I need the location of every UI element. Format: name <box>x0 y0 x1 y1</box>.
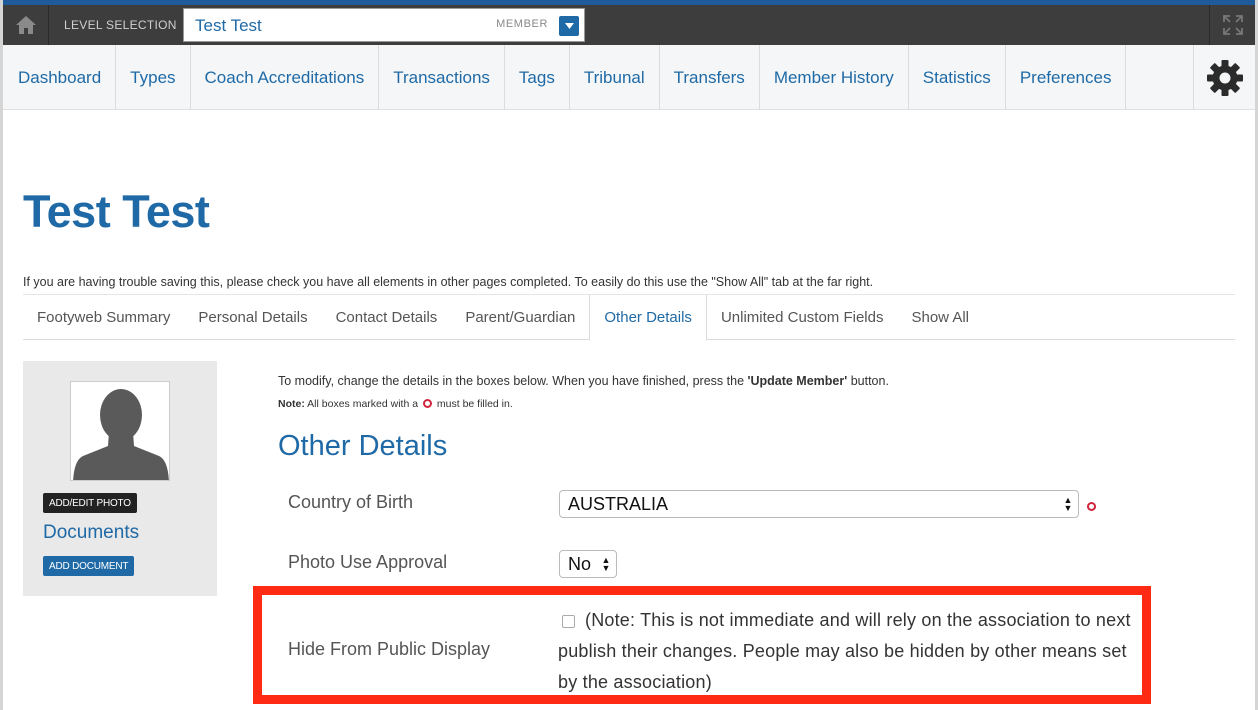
nav-item-types[interactable]: Types <box>116 45 191 110</box>
tab-contact-details[interactable]: Contact Details <box>322 295 452 340</box>
tab-footyweb-summary[interactable]: Footyweb Summary <box>23 295 184 340</box>
trouble-note: If you are having trouble saving this, p… <box>23 275 874 289</box>
level-name: Test Test <box>195 16 262 35</box>
instructions-text-end: button. <box>847 374 889 388</box>
tab-show-all[interactable]: Show All <box>897 295 983 340</box>
select-arrows-icon: ▲ ▼ <box>601 555 611 573</box>
caret-down-icon <box>564 23 574 29</box>
country-of-birth-label: Country of Birth <box>288 492 414 512</box>
nav-item-preferences[interactable]: Preferences <box>1006 45 1127 110</box>
required-icon <box>422 399 432 408</box>
country-of-birth-value: AUSTRALIA <box>568 493 669 514</box>
documents-link[interactable]: Documents <box>43 522 139 544</box>
instructions-button-name: 'Update Member' <box>747 374 848 388</box>
expand-icon <box>1222 15 1243 35</box>
hide-from-public-display-note: (Note: This is not immediate and will re… <box>558 610 1131 692</box>
country-of-birth-select[interactable]: AUSTRALIA ▲ ▼ <box>559 490 1079 518</box>
nav-item-member-history[interactable]: Member History <box>760 45 909 110</box>
settings-button[interactable] <box>1193 45 1255 110</box>
add-document-button[interactable]: ADD DOCUMENT <box>43 556 135 576</box>
level-type: MEMBER <box>496 18 548 30</box>
member-tabs: Footyweb Summary Personal Details Contac… <box>23 294 1235 341</box>
top-bar: LEVEL SELECTION Test Test MEMBER <box>3 0 1255 45</box>
select-arrows-icon: ▲ ▼ <box>1063 495 1073 513</box>
level-selector[interactable]: Test Test MEMBER <box>183 8 585 42</box>
section-title: Other Details <box>278 430 448 462</box>
add-edit-photo-button[interactable]: ADD/EDIT PHOTO <box>43 493 137 513</box>
note-label: Note: <box>278 398 305 410</box>
nav-item-transfers[interactable]: Transfers <box>660 45 760 110</box>
form-instructions: To modify, change the details in the box… <box>278 374 889 388</box>
nav-item-dashboard[interactable]: Dashboard <box>3 45 117 110</box>
expand-button[interactable] <box>1209 5 1255 45</box>
avatar-placeholder-icon <box>73 389 169 480</box>
home-icon <box>15 16 36 34</box>
member-photo <box>70 381 170 481</box>
nav-item-statistics[interactable]: Statistics <box>909 45 1006 110</box>
tab-parent-guardian[interactable]: Parent/Guardian <box>451 295 589 340</box>
tab-other-details[interactable]: Other Details <box>589 295 707 341</box>
hide-from-public-display-label: Hide From Public Display <box>288 639 491 659</box>
page-title: Test Test <box>23 186 210 237</box>
nav-item-coach-accreditations[interactable]: Coach Accreditations <box>191 45 380 110</box>
nav-item-transactions[interactable]: Transactions <box>379 45 505 110</box>
note-text: All boxes marked with a <box>304 398 421 410</box>
tab-personal-details[interactable]: Personal Details <box>184 295 321 340</box>
nav-item-tags[interactable]: Tags <box>505 45 570 110</box>
level-selection-label: LEVEL SELECTION <box>64 18 177 32</box>
tab-unlimited-custom-fields[interactable]: Unlimited Custom Fields <box>707 295 898 340</box>
required-icon <box>1087 502 1096 511</box>
app-frame: LEVEL SELECTION Test Test MEMBER Dashboa… <box>0 0 1258 710</box>
level-dropdown-button[interactable] <box>559 16 579 36</box>
gear-icon <box>1206 59 1243 96</box>
home-button[interactable] <box>3 5 49 45</box>
nav-item-tribunal[interactable]: Tribunal <box>570 45 660 110</box>
photo-use-approval-value: No <box>568 553 592 574</box>
photo-use-approval-label: Photo Use Approval <box>288 552 448 572</box>
hide-from-public-display-checkbox[interactable] <box>562 615 575 628</box>
required-note: Note: All boxes marked with a must be fi… <box>278 398 513 410</box>
photo-use-approval-select[interactable]: No ▲ ▼ <box>559 550 617 578</box>
main-nav: Dashboard Types Coach Accreditations Tra… <box>3 45 1255 110</box>
instructions-text: To modify, change the details in the box… <box>278 374 748 388</box>
note-text-end: must be filled in. <box>433 398 513 410</box>
member-sidebar: ADD/EDIT PHOTO Documents ADD DOCUMENT <box>23 361 217 596</box>
